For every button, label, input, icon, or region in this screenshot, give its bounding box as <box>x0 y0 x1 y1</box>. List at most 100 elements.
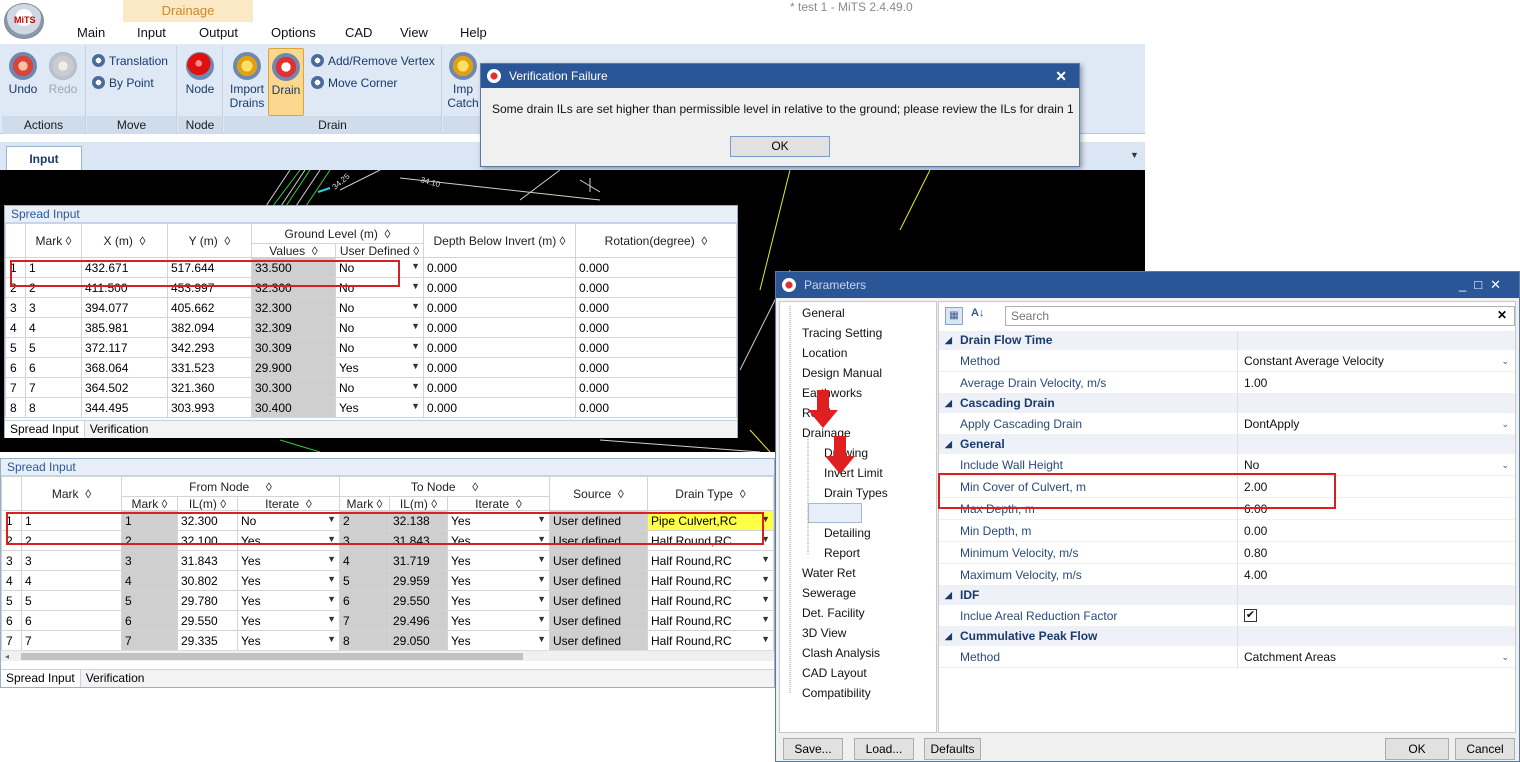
tab-input[interactable]: Input <box>6 146 82 170</box>
property-category[interactable]: ◢ Cascading Drain <box>939 394 1515 413</box>
menu-options[interactable]: Options <box>271 22 316 44</box>
cell-fm[interactable]: 7 <box>121 630 178 651</box>
cell-gl[interactable]: 30.309 <box>251 337 336 358</box>
menu-cad[interactable]: CAD <box>345 22 372 44</box>
property-value[interactable]: No <box>1244 454 1259 476</box>
cell-rot[interactable]: 0.000 <box>575 377 737 398</box>
cell-fil[interactable]: 31.843 <box>177 550 238 571</box>
import-catchment-button[interactable]: Imp Catch <box>445 52 481 110</box>
table-row[interactable]: 5 5 372.117 342.293 30.309 No ▼ 0.000 0.000 <box>5 337 737 358</box>
table-row[interactable]: 4 4 385.981 382.094 32.309 No ▼ 0.000 0.000 <box>5 317 737 338</box>
cell-rot[interactable]: 0.000 <box>575 337 737 358</box>
col-drain-type[interactable]: Drain Type ◊ <box>647 476 774 511</box>
chevron-down-icon[interactable]: ⌄ <box>1501 454 1509 476</box>
col-x[interactable]: X (m) ◊ <box>81 223 168 258</box>
by-point-button[interactable]: By Point <box>92 76 154 90</box>
cell-ud[interactable]: No ▼ <box>335 277 424 298</box>
col-source[interactable]: Source ◊ <box>549 476 648 511</box>
property-value[interactable]: 0.80 <box>1244 542 1267 564</box>
scroll-left-icon[interactable]: ◂ <box>5 652 9 661</box>
cell-gl[interactable]: 30.300 <box>251 377 336 398</box>
tab-spread-input[interactable]: Spread Input <box>5 421 85 438</box>
col-from-iterate[interactable]: Iterate ◊ <box>237 496 340 511</box>
cell-fit[interactable]: Yes ▼ <box>237 630 340 651</box>
property-value[interactable]: 6.00 <box>1244 498 1267 520</box>
property-category[interactable]: ◢ IDF <box>939 586 1515 605</box>
collapse-icon[interactable]: ◢ <box>945 394 952 413</box>
tree-item-drain-types[interactable]: Drain Types <box>824 486 888 500</box>
property-row[interactable]: Method Catchment Areas ⌄ <box>939 646 1515 668</box>
add-remove-vertex-button[interactable]: Add/Remove Vertex <box>311 54 435 68</box>
dropdown-icon[interactable]: ▼ <box>761 554 770 564</box>
chevron-down-icon[interactable]: ⌄ <box>1501 413 1509 435</box>
tree-item-cad-layout[interactable]: CAD Layout <box>802 666 867 680</box>
move-corner-button[interactable]: Move Corner <box>311 76 397 90</box>
cell-tm[interactable]: 2 <box>339 510 390 531</box>
col-drain-mark[interactable]: Mark ◊ <box>21 476 122 511</box>
tab-verification[interactable]: Verification <box>85 421 154 438</box>
cell-ud[interactable]: No ▼ <box>335 377 424 398</box>
clear-search-icon[interactable]: ✕ <box>1497 308 1507 322</box>
cell-type[interactable]: Half Round,RC ▼ <box>647 590 774 611</box>
cell-type[interactable]: Half Round,RC ▼ <box>647 570 774 591</box>
scrollbar-thumb[interactable] <box>21 653 523 660</box>
dropdown-icon[interactable]: ▼ <box>411 261 420 271</box>
menu-output[interactable]: Output <box>199 22 238 44</box>
dropdown-icon[interactable]: ▼ <box>761 634 770 644</box>
cell-fil[interactable]: 32.300 <box>177 510 238 531</box>
cell-y[interactable]: 342.293 <box>167 337 252 358</box>
tree-item-detailing[interactable]: Detailing <box>824 526 871 540</box>
dropdown-icon[interactable]: ▼ <box>411 381 420 391</box>
cell-depth[interactable]: 0.000 <box>423 297 576 318</box>
cell-depth[interactable]: 0.000 <box>423 357 576 378</box>
cell-fit[interactable]: Yes ▼ <box>237 610 340 631</box>
chevron-down-icon[interactable]: ⌄ <box>1501 646 1509 668</box>
cell-x[interactable]: 368.064 <box>81 357 168 378</box>
tab-dropdown-icon[interactable]: ▼ <box>1130 150 1139 160</box>
col-mark[interactable]: Mark ◊ <box>25 223 82 258</box>
cell-type[interactable]: Pipe Culvert,RC ▼ <box>647 510 774 531</box>
cell-y[interactable]: 303.993 <box>167 397 252 418</box>
cell-mark[interactable]: 7 <box>21 630 122 651</box>
table-row[interactable]: 8 8 344.495 303.993 30.400 Yes ▼ 0.000 0.000 <box>5 397 737 418</box>
cell-mark[interactable]: 4 <box>21 570 122 591</box>
cell-ud[interactable]: Yes ▼ <box>335 397 424 418</box>
save-button[interactable]: Save... <box>783 738 843 760</box>
col-from-mark[interactable]: Mark ◊ <box>121 496 178 511</box>
dropdown-icon[interactable]: ▼ <box>761 594 770 604</box>
cell-ud[interactable]: No ▼ <box>335 297 424 318</box>
menu-main[interactable]: Main <box>77 22 105 44</box>
dialog-ok-button[interactable]: OK <box>730 136 830 157</box>
parameter-search-input[interactable]: Search <box>1005 306 1515 326</box>
cell-ud[interactable]: No ▼ <box>335 317 424 338</box>
maximize-icon[interactable]: □ <box>1474 277 1490 292</box>
cell-til[interactable]: 29.550 <box>389 590 448 611</box>
cell-gl[interactable]: 33.500 <box>251 257 336 278</box>
property-row[interactable]: Include Wall Height No ⌄ <box>939 454 1515 476</box>
collapse-icon[interactable]: ◢ <box>945 586 952 605</box>
cell-tit[interactable]: Yes ▼ <box>447 610 550 631</box>
cell-y[interactable]: 517.644 <box>167 257 252 278</box>
close-icon[interactable]: ✕ <box>1490 277 1509 292</box>
dropdown-icon[interactable]: ▼ <box>327 614 336 624</box>
table-row[interactable]: 6 6 6 29.550 Yes ▼ 7 29.496 Yes ▼ User defined Half… <box>1 610 774 631</box>
node-button[interactable]: Node <box>183 52 217 96</box>
cell-src[interactable]: User defined <box>549 590 648 611</box>
menu-view[interactable]: View <box>400 22 428 44</box>
cell-x[interactable]: 344.495 <box>81 397 168 418</box>
tree-item-tracing-setting[interactable]: Tracing Setting <box>802 326 882 340</box>
col-to-iterate[interactable]: Iterate ◊ <box>447 496 550 511</box>
cell-ud[interactable]: No ▼ <box>335 257 424 278</box>
cell-til[interactable]: 29.496 <box>389 610 448 631</box>
property-row[interactable]: Min Cover of Culvert, m 2.00 <box>939 476 1515 498</box>
cell-gl[interactable]: 32.309 <box>251 317 336 338</box>
property-row[interactable]: Min Depth, m 0.00 <box>939 520 1515 542</box>
table-row[interactable]: 1 1 1 32.300 No ▼ 2 32.138 Yes ▼ User defined Pipe … <box>1 510 774 531</box>
defaults-button[interactable]: Defaults <box>924 738 981 760</box>
table-row[interactable]: 2 2 2 32.100 Yes ▼ 3 31.843 Yes ▼ User defined Half… <box>1 530 774 551</box>
property-row[interactable]: Minimum Velocity, m/s 0.80 <box>939 542 1515 564</box>
cell-tm[interactable]: 7 <box>339 610 390 631</box>
table-row[interactable]: 7 7 364.502 321.360 30.300 No ▼ 0.000 0.000 <box>5 377 737 398</box>
cell-gl[interactable]: 29.900 <box>251 357 336 378</box>
property-value[interactable]: 2.00 <box>1244 476 1267 498</box>
